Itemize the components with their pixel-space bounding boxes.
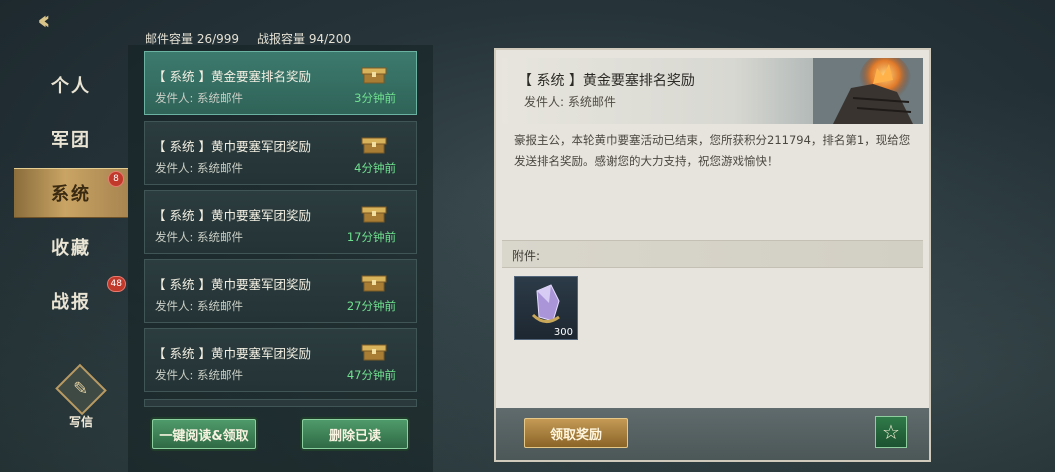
nav-item-battle-report[interactable]: 战报 48 — [14, 276, 128, 326]
mail-detail-footer: 领取奖励 ☆ — [496, 408, 929, 460]
mail-sender: 发件人: 系统邮件 — [155, 230, 244, 244]
mail-list-item[interactable]: 【 系统 】黄巾要塞军团奖励 发件人: 系统邮件 47分钟前 — [144, 328, 417, 392]
mail-title: 【 系统 】黄巾要塞军团奖励 — [153, 208, 311, 223]
mail-list: 【 系统 】黄金要塞排名奖励 发件人: 系统邮件 3分钟前 【 系统 】黄巾要塞… — [128, 45, 433, 472]
mail-time: 4分钟前 — [354, 161, 396, 175]
chest-icon — [361, 137, 387, 154]
mail-time: 17分钟前 — [346, 230, 396, 244]
mail-detail-title: 【 系统 】黄金要塞排名奖励 — [518, 73, 695, 89]
nav-item-label: 个人 — [51, 76, 91, 97]
read-all-claim-button[interactable]: 一键阅读&领取 — [152, 419, 256, 449]
nav-item-label: 收藏 — [51, 238, 91, 259]
nav-item-system[interactable]: 系统 8 — [14, 168, 128, 218]
mail-list-item[interactable]: 【 系统 】黄金要塞排名奖励 发件人: 系统邮件 3分钟前 — [144, 51, 417, 115]
chest-icon — [361, 344, 387, 361]
mail-time: 47分钟前 — [346, 368, 396, 382]
delete-read-button[interactable]: 删除已读 — [302, 419, 408, 449]
mail-sender: 发件人: 系统邮件 — [155, 161, 244, 175]
back-button[interactable]: ‹‹ — [18, 6, 62, 36]
nav-item-label: 军团 — [51, 130, 91, 151]
mail-list-next-item-peek[interactable] — [144, 399, 417, 407]
attachment-count: 300 — [553, 327, 573, 338]
mail-list-item[interactable]: 【 系统 】黄巾要塞军团奖励 发件人: 系统邮件 27分钟前 — [144, 259, 417, 323]
mail-detail-header: 【 系统 】黄金要塞排名奖励 发件人: 系统邮件 — [502, 58, 923, 124]
attachment-bar: 附件: — [502, 240, 923, 268]
star-icon: ☆ — [882, 420, 900, 444]
mail-time: 3分钟前 — [354, 91, 396, 105]
write-letter-button[interactable]: ✎ 写信 — [50, 363, 112, 430]
nav-item-label: 战报 — [51, 292, 91, 313]
mail-list-item[interactable]: 【 系统 】黄巾要塞军团奖励 发件人: 系统邮件 17分钟前 — [144, 190, 417, 254]
nav-item-favorites[interactable]: 收藏 — [14, 222, 128, 272]
chest-icon — [361, 275, 387, 292]
attachment-label: 附件: — [512, 249, 541, 263]
mail-sender: 发件人: 系统邮件 — [155, 299, 244, 313]
mail-title: 【 系统 】黄金要塞排名奖励 — [153, 69, 311, 84]
mail-sender: 发件人: 系统邮件 — [155, 368, 244, 382]
unread-badge: 48 — [106, 276, 126, 292]
fortress-fire-illustration — [813, 58, 923, 124]
mail-detail-body: 豪报主公，本轮黄巾要塞活动已结束，您所获积分211794，排名第1，现给您发送排… — [514, 133, 911, 168]
nav-item-label: 系统 — [51, 184, 91, 205]
chest-icon — [361, 206, 387, 223]
claim-reward-button[interactable]: 领取奖励 — [524, 418, 628, 448]
mail-detail-panel: 【 系统 】黄金要塞排名奖励 发件人: 系统邮件 豪报主公，本轮黄巾要塞活动已结… — [494, 48, 931, 462]
mail-sender: 发件人: 系统邮件 — [155, 91, 244, 105]
nav-item-legion[interactable]: 军团 — [14, 114, 128, 164]
unread-badge: 8 — [108, 171, 124, 187]
mail-detail-sender: 发件人: 系统邮件 — [524, 95, 616, 109]
mail-title: 【 系统 】黄巾要塞军团奖励 — [153, 277, 311, 292]
mail-time: 27分钟前 — [346, 299, 396, 313]
attachment-item[interactable]: 300 — [514, 276, 578, 340]
chest-icon — [361, 67, 387, 84]
mail-list-item[interactable]: 【 系统 】黄巾要塞军团奖励 发件人: 系统邮件 4分钟前 — [144, 121, 417, 185]
nav-item-personal[interactable]: 个人 — [14, 60, 128, 110]
mail-title: 【 系统 】黄巾要塞军团奖励 — [153, 346, 311, 361]
mail-title: 【 系统 】黄巾要塞军团奖励 — [153, 139, 311, 154]
quill-icon: ✎ — [55, 363, 107, 416]
chevron-left-double-icon: ‹‹ — [37, 6, 51, 36]
write-letter-label: 写信 — [68, 415, 93, 429]
favorite-button[interactable]: ☆ — [875, 416, 907, 448]
